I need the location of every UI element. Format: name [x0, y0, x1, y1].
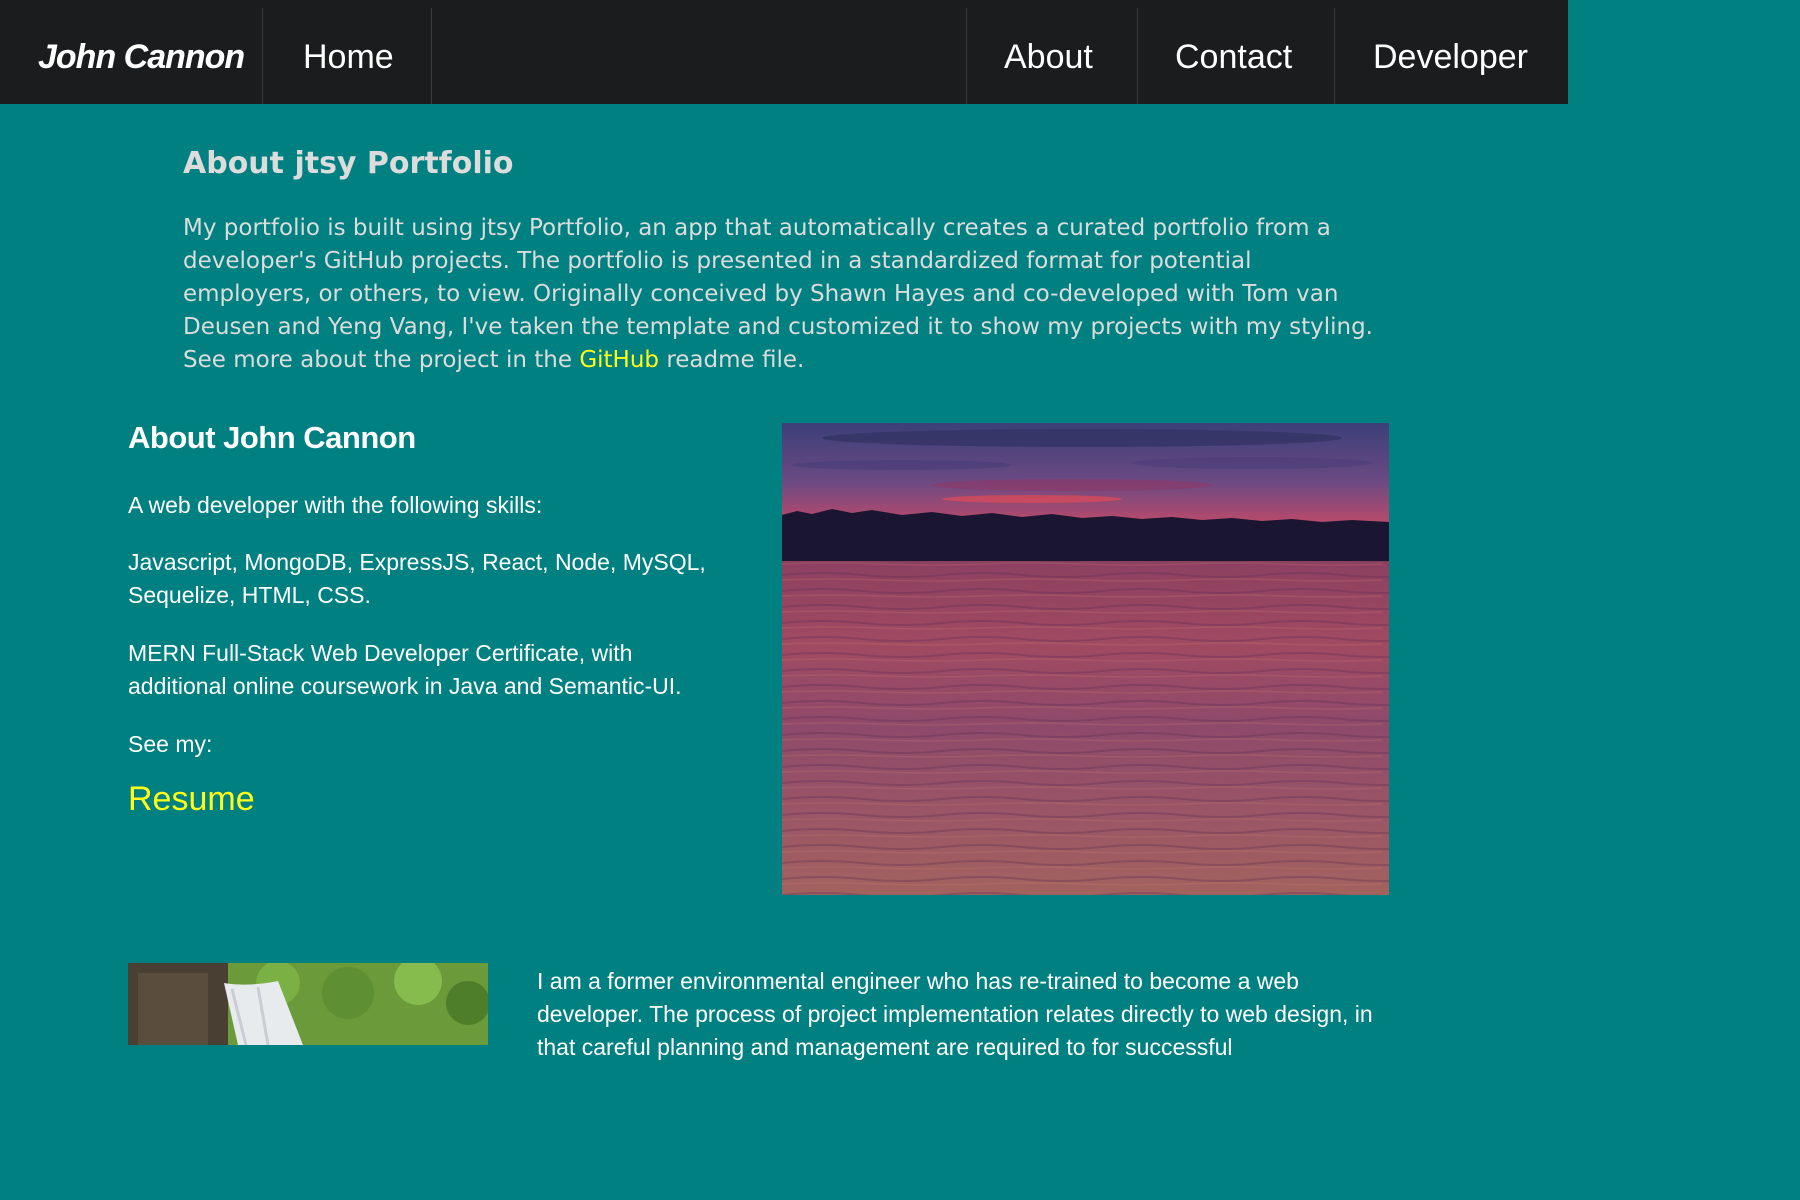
nav-divider: [966, 8, 967, 104]
nav-divider: [1334, 8, 1335, 104]
engineer-paragraph: I am a former environmental engineer who…: [537, 968, 1373, 1060]
nav-divider: [262, 8, 263, 104]
about-john-heading: About John Cannon: [128, 420, 416, 455]
nav-divider: [431, 8, 432, 104]
skills-list: Javascript, MongoDB, ExpressJS, React, N…: [128, 549, 706, 608]
top-navbar: John Cannon Home About Contact Developer: [0, 0, 1568, 104]
nav-brand[interactable]: John Cannon: [38, 0, 245, 104]
skills-intro: A web developer with the following skill…: [128, 492, 543, 518]
nav-contact[interactable]: Contact: [1175, 0, 1292, 104]
see-my-label: See my:: [128, 731, 213, 757]
github-link[interactable]: GitHub: [579, 347, 659, 373]
waterfall-image: [128, 963, 488, 1045]
nav-divider: [1137, 8, 1138, 104]
nav-developer[interactable]: Developer: [1373, 0, 1528, 104]
nav-home[interactable]: Home: [303, 0, 394, 104]
resume-link[interactable]: Resume: [128, 780, 255, 819]
certificate-text: MERN Full-Stack Web Developer Certificat…: [128, 640, 682, 699]
nav-about[interactable]: About: [1004, 0, 1093, 104]
about-jtsy-paragraph: My portfolio is built using jtsy Portfol…: [183, 212, 1383, 377]
about-jtsy-text-end: readme file.: [659, 347, 805, 373]
about-jtsy-heading: About jtsy Portfolio: [183, 146, 514, 181]
sunset-lake-image: [782, 423, 1389, 895]
